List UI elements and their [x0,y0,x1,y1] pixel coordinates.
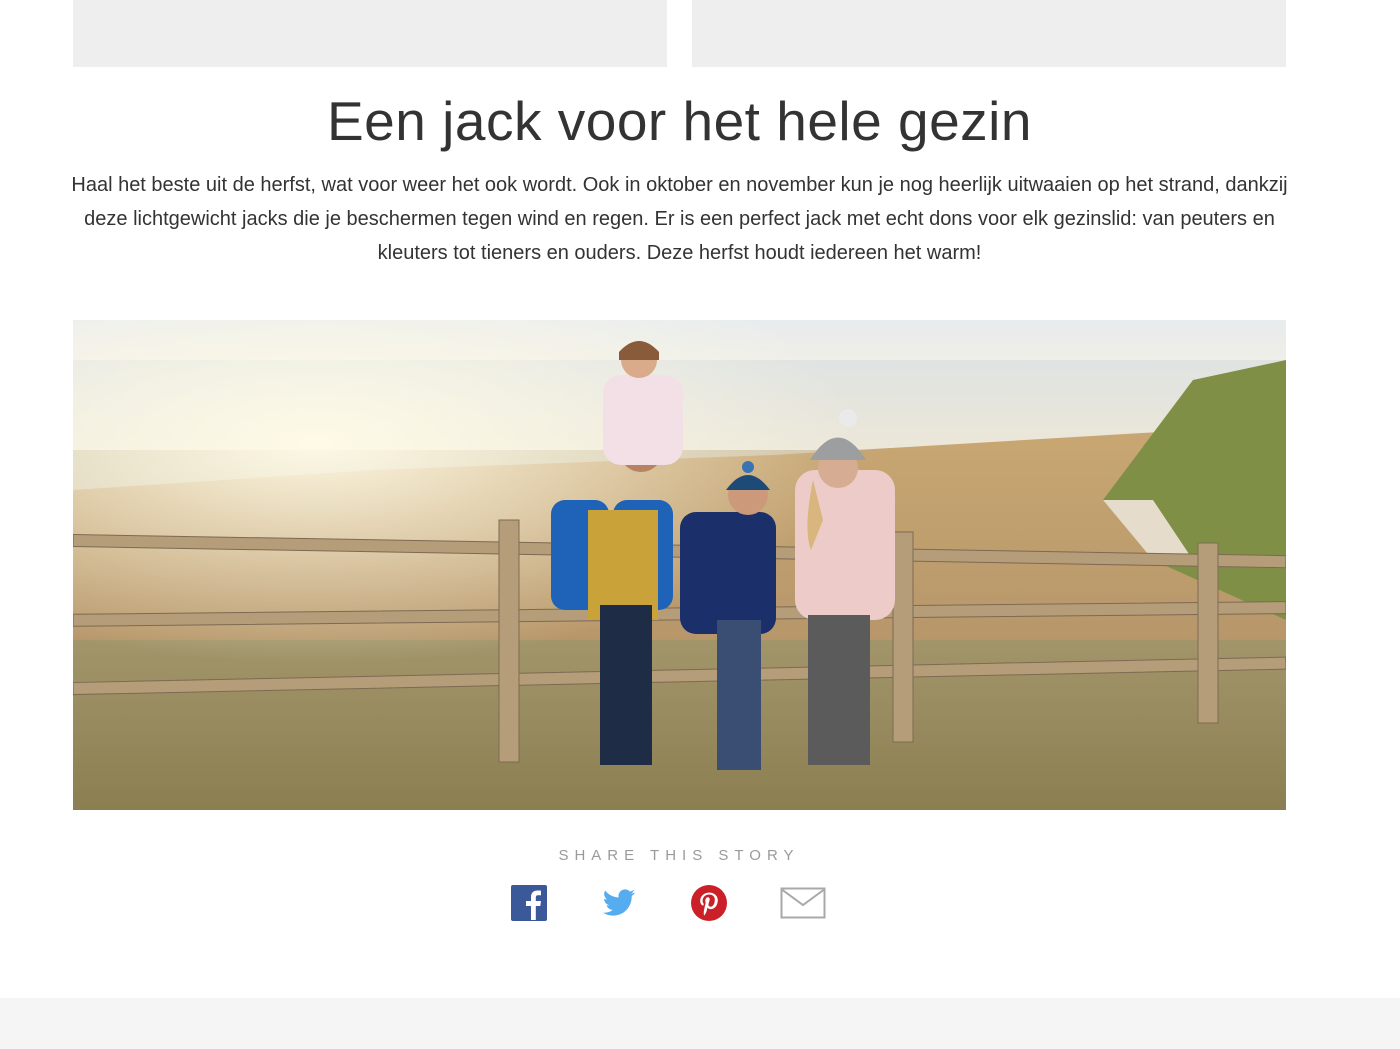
image-placeholder-left[interactable] [73,0,667,67]
facebook-icon[interactable] [510,884,548,922]
share-this-story-label: SHARE THIS STORY [558,847,800,864]
hero-photo-family-by-the-sea [73,320,1286,810]
share-icons [510,884,830,922]
image-placeholder-right[interactable] [692,0,1286,67]
twitter-icon[interactable] [600,884,638,922]
article-title: Een jack voor het hele gezin [327,90,1032,152]
hero-photo-illustration [73,320,1286,810]
pinterest-icon[interactable] [690,884,728,922]
footer-band [0,998,1400,1049]
page: Een jack voor het hele gezin Haal het be… [0,0,1400,1049]
article-intro: Haal het beste uit de herfst, wat voor w… [71,174,1288,264]
email-icon[interactable] [780,884,826,922]
